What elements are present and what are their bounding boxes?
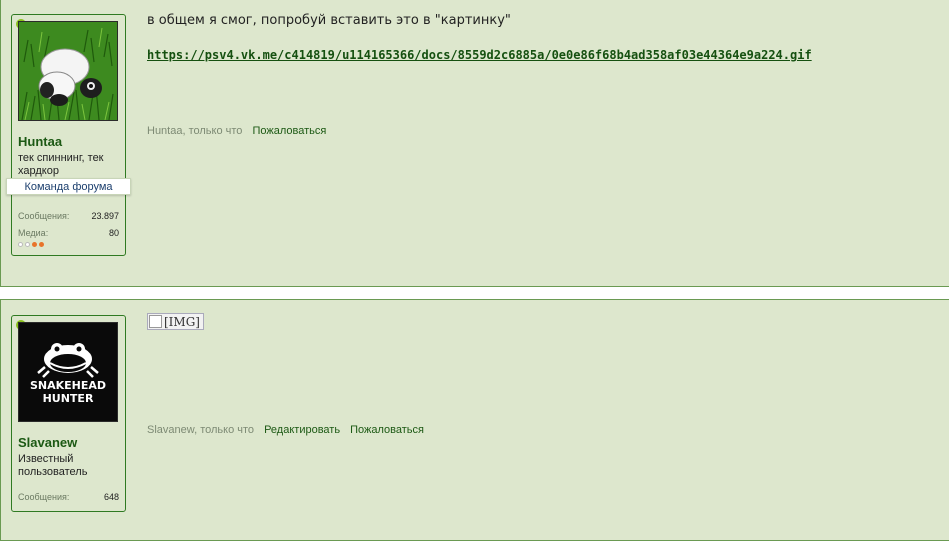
user-avatar[interactable]: SNAKEHEAD HUNTER: [18, 322, 118, 422]
logo-line: HUNTER: [43, 392, 94, 405]
reputation-dot: [32, 242, 37, 247]
stat-messages: Сообщения: 23.897: [18, 211, 119, 221]
reputation-dot: [25, 242, 30, 247]
post-huntaa: Huntaa тек спиннинг, тек хардкор Команда…: [0, 0, 949, 287]
broken-image-icon: [149, 315, 162, 328]
report-link[interactable]: Пожаловаться: [252, 125, 326, 137]
stat-label: Медиа:: [18, 228, 49, 238]
panda-avatar-icon: [19, 22, 117, 120]
broken-image[interactable]: [IMG]: [147, 313, 204, 330]
stat-media: Медиа: 80: [18, 228, 119, 238]
reputation-dot: [18, 242, 23, 247]
stat-label: Сообщения:: [18, 492, 70, 502]
stat-value[interactable]: 80: [109, 228, 119, 238]
report-link[interactable]: Пожаловаться: [350, 424, 424, 436]
user-title: Известный пользователь: [18, 453, 88, 478]
staff-badge: Команда форума: [6, 178, 131, 195]
post-author-time[interactable]: Slavanew, только что: [147, 424, 254, 436]
logo-line: SNAKEHEAD: [30, 379, 106, 392]
edit-link[interactable]: Редактировать: [264, 424, 340, 436]
post-meta: Huntaa, только что Пожаловаться: [147, 125, 326, 137]
stat-value[interactable]: 648: [104, 492, 119, 502]
message-link[interactable]: https://psv4.vk.me/c414819/u114165366/do…: [147, 48, 812, 62]
message-text: в общем я смог, попробуй вставить это в …: [147, 13, 511, 28]
image-alt-text: [IMG]: [164, 314, 200, 329]
stat-messages: Сообщения: 648: [18, 492, 119, 502]
username[interactable]: Huntaa: [18, 134, 62, 149]
snakehead-hunter-logo-icon: SNAKEHEAD HUNTER: [19, 323, 117, 421]
reputation-dots: [18, 242, 44, 247]
stat-value[interactable]: 23.897: [91, 211, 119, 221]
user-info-panel: Huntaa тек спиннинг, тек хардкор Команда…: [6, 14, 131, 256]
post-author-time[interactable]: Huntaa, только что: [147, 125, 242, 137]
user-avatar[interactable]: [18, 21, 118, 121]
post-slavanew: SNAKEHEAD HUNTER Slavanew Известный поль…: [0, 299, 949, 541]
user-info-panel: SNAKEHEAD HUNTER Slavanew Известный поль…: [11, 315, 126, 512]
post-meta: Slavanew, только что Редактировать Пожал…: [147, 424, 424, 436]
stat-label: Сообщения:: [18, 211, 70, 221]
username[interactable]: Slavanew: [18, 435, 77, 450]
reputation-dot: [39, 242, 44, 247]
user-title: тек спиннинг, тек хардкор: [18, 152, 104, 177]
